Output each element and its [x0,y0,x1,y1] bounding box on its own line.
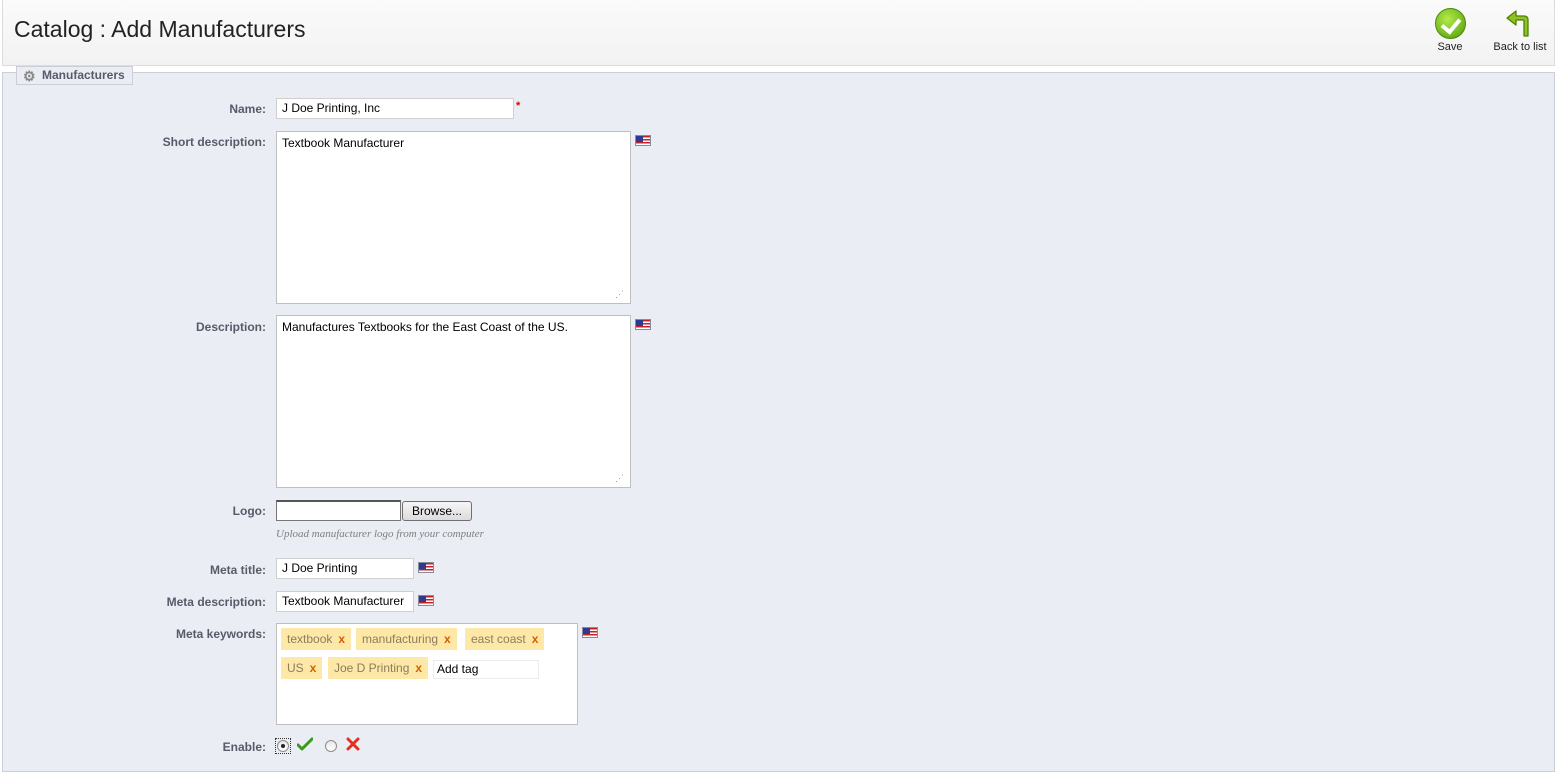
logo-file-input[interactable] [276,500,401,521]
name-label: Name: [229,102,266,116]
toolbar: Catalog : Add Manufacturers Save Back to… [2,0,1555,66]
remove-tag-button[interactable]: x [415,661,422,675]
keyword-tag: US x [281,657,323,679]
save-label: Save [1437,41,1463,53]
us-flag-icon[interactable] [635,319,651,330]
keyword-tag-label: manufacturing [362,632,439,646]
resize-grip-icon[interactable]: ⋰ [615,290,625,300]
meta-keywords-label: Meta keywords: [175,627,266,641]
meta-title-label: Meta title: [209,563,266,577]
meta-description-label: Meta description: [166,595,266,609]
logo-hint: Upload manufacturer logo from your compu… [276,528,484,540]
us-flag-icon[interactable] [582,627,598,638]
keyword-tag-label: US [287,661,304,675]
description-textarea[interactable]: Manufactures Textbooks for the East Coas… [276,315,631,488]
keyword-tag: textbook x [281,628,352,650]
enable-no-radio[interactable] [325,740,337,752]
required-mark: * [516,100,521,112]
meta-keywords-tag-box[interactable]: textbook x manufacturing x east coast x US x… [276,623,578,725]
back-to-list-label: Back to list [1493,41,1547,53]
short-description-label: Short description: [162,135,266,149]
meta-title-input[interactable]: J Doe Printing [276,558,414,579]
us-flag-icon[interactable] [635,135,651,146]
short-description-textarea[interactable]: Textbook Manufacturer ⋰ [276,131,631,304]
description-value: Manufactures Textbooks for the East Coas… [282,320,568,334]
cross-icon[interactable] [346,737,360,751]
form-panel [2,72,1555,772]
keyword-tag: Joe D Printing x [328,657,429,679]
back-arrow-icon [1506,10,1529,37]
us-flag-icon[interactable] [418,562,434,573]
keyword-tag: manufacturing x [356,628,457,650]
keyword-tag-label: east coast [471,632,526,646]
meta-description-input[interactable]: Textbook Manufacturer [276,591,414,612]
browse-button[interactable]: Browse... [402,501,472,521]
enable-yes-radio[interactable] [277,740,289,752]
name-input[interactable]: J Doe Printing, Inc [276,98,514,119]
remove-tag-button[interactable]: x [310,661,317,675]
save-icon [1434,8,1466,39]
add-tag-input[interactable]: Add tag [433,660,539,679]
keyword-tag-label: textbook [287,632,333,646]
back-to-list-button[interactable]: Back to list [1487,8,1553,53]
save-button[interactable]: Save [1428,8,1472,53]
section-legend-label: Manufacturers [42,68,125,82]
gear-icon: ⚙ [23,68,36,84]
remove-tag-button[interactable]: x [338,632,345,646]
remove-tag-button[interactable]: x [444,632,451,646]
resize-grip-icon[interactable]: ⋰ [615,474,625,484]
keyword-tag-label: Joe D Printing [334,661,410,675]
check-icon[interactable] [297,737,313,751]
page-title: Catalog : Add Manufacturers [14,16,306,42]
logo-label: Logo: [232,504,266,518]
us-flag-icon[interactable] [418,595,434,606]
enable-label: Enable: [222,740,266,754]
keyword-tag: east coast x [465,628,545,650]
description-label: Description: [195,320,266,334]
short-description-value: Textbook Manufacturer [282,136,405,150]
remove-tag-button[interactable]: x [532,632,539,646]
section-legend: ⚙ Manufacturers [16,66,133,85]
